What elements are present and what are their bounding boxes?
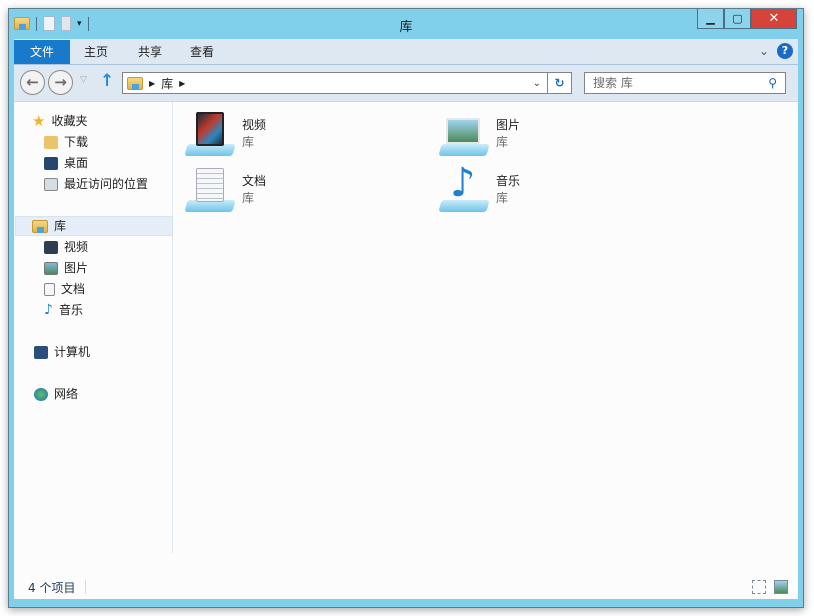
tab-file[interactable]: 文件 bbox=[14, 40, 70, 64]
details-view-icon[interactable] bbox=[752, 580, 766, 594]
tab-share[interactable]: 共享 bbox=[124, 40, 176, 64]
computer-icon bbox=[34, 345, 48, 359]
network-icon bbox=[34, 387, 48, 401]
navigation-bar: ← → ▽ ↑ ▶ 库 ▶ ⌄ ↻ 搜索 库 ⚲ bbox=[14, 65, 798, 101]
explorer-window: ▾ 库 ▁ ▢ ✕ 文件 主页 共享 查看 ⌄ ? ← → ▽ ↑ ▶ 库 ▶ … bbox=[8, 8, 804, 608]
sidebar-item-label: 库 bbox=[54, 219, 67, 233]
search-placeholder: 搜索 库 bbox=[593, 76, 633, 90]
expand-ribbon-icon[interactable]: ⌄ bbox=[759, 44, 769, 58]
search-icon: ⚲ bbox=[768, 76, 777, 90]
item-name: 视频 bbox=[242, 118, 267, 132]
sidebar-item-videos[interactable]: 视频 bbox=[44, 237, 88, 257]
content-area: ★ 收藏夹 下载 桌面 最近访问的位置 库 视频 图片 文档 ♪ 音乐 计算机 网络… bbox=[14, 101, 798, 575]
pictures-library-icon bbox=[438, 110, 490, 158]
sidebar-item-downloads[interactable]: 下载 bbox=[44, 132, 88, 152]
sidebar-item-label: 桌面 bbox=[64, 156, 89, 170]
sidebar-item-label: 最近访问的位置 bbox=[64, 177, 149, 191]
library-folder-icon bbox=[127, 76, 143, 90]
music-library-icon: ♪ bbox=[438, 160, 490, 214]
recent-locations-icon[interactable]: ▽ bbox=[80, 75, 87, 85]
minimize-button[interactable]: ▁ bbox=[697, 9, 724, 29]
library-item-pictures[interactable]: 图片库 bbox=[438, 110, 521, 158]
sidebar-item-label: 下载 bbox=[64, 135, 89, 149]
up-arrow-icon[interactable]: ↑ bbox=[100, 71, 114, 91]
recent-places-icon bbox=[44, 177, 58, 191]
navigation-pane: ★ 收藏夹 下载 桌面 最近访问的位置 库 视频 图片 文档 ♪ 音乐 计算机 网络 bbox=[14, 102, 173, 553]
sidebar-item-label: 文档 bbox=[61, 282, 86, 296]
desktop-icon bbox=[44, 156, 58, 170]
library-item-music[interactable]: ♪ 音乐库 bbox=[438, 160, 521, 214]
sidebar-item-label: 视频 bbox=[64, 240, 89, 254]
help-icon[interactable]: ? bbox=[777, 43, 793, 59]
chevron-right-icon[interactable]: ▶ bbox=[149, 79, 155, 88]
library-item-documents[interactable]: 文档库 bbox=[184, 166, 267, 214]
item-type: 库 bbox=[242, 191, 255, 205]
address-dropdown-icon[interactable]: ⌄ bbox=[533, 78, 541, 89]
item-name: 图片 bbox=[496, 118, 521, 132]
library-item-videos[interactable]: 视频库 bbox=[184, 110, 267, 158]
library-folder-icon bbox=[32, 219, 48, 233]
sidebar-item-label: 图片 bbox=[64, 261, 89, 275]
item-name: 文档 bbox=[242, 174, 267, 188]
sidebar-item-documents[interactable]: 文档 bbox=[44, 279, 85, 299]
sidebar-item-label: 网络 bbox=[54, 387, 79, 401]
forward-button[interactable]: → bbox=[48, 70, 73, 95]
sidebar-item-libraries[interactable]: 库 bbox=[15, 216, 173, 236]
videos-library-icon bbox=[184, 110, 236, 158]
star-icon: ★ bbox=[32, 112, 46, 130]
item-type: 库 bbox=[242, 135, 255, 149]
video-icon bbox=[44, 240, 58, 254]
ribbon-tabs: 文件 主页 共享 查看 ⌄ ? bbox=[14, 39, 798, 65]
large-icons-view-icon[interactable] bbox=[774, 580, 788, 594]
back-button[interactable]: ← bbox=[20, 70, 45, 95]
breadcrumb-library[interactable]: 库 bbox=[161, 75, 173, 92]
refresh-button[interactable]: ↻ bbox=[547, 72, 572, 94]
sidebar-item-favorites[interactable]: ★ 收藏夹 bbox=[32, 111, 87, 131]
item-count: 4 个项目 bbox=[28, 580, 76, 595]
title-bar: ▾ 库 ▁ ▢ ✕ bbox=[9, 9, 803, 39]
tab-home[interactable]: 主页 bbox=[70, 40, 122, 64]
sidebar-item-label: 计算机 bbox=[54, 345, 91, 359]
sidebar-item-network[interactable]: 网络 bbox=[34, 384, 78, 404]
sidebar-item-pictures[interactable]: 图片 bbox=[44, 258, 88, 278]
music-note-icon: ♪ bbox=[44, 302, 53, 318]
sidebar-item-desktop[interactable]: 桌面 bbox=[44, 153, 88, 173]
downloads-icon bbox=[44, 135, 58, 149]
documents-library-icon bbox=[184, 166, 236, 214]
item-type: 库 bbox=[496, 191, 509, 205]
item-type: 库 bbox=[496, 135, 509, 149]
sidebar-item-label: 收藏夹 bbox=[51, 114, 88, 128]
documents-icon bbox=[44, 282, 55, 296]
address-bar[interactable]: ▶ 库 ▶ ⌄ bbox=[122, 72, 548, 94]
chevron-right-icon[interactable]: ▶ bbox=[179, 79, 185, 88]
tab-view[interactable]: 查看 bbox=[176, 40, 228, 64]
sidebar-item-label: 音乐 bbox=[58, 303, 83, 317]
sidebar-item-recent[interactable]: 最近访问的位置 bbox=[44, 174, 148, 194]
pictures-icon bbox=[44, 261, 58, 275]
maximize-button[interactable]: ▢ bbox=[724, 9, 751, 29]
status-bar: 4 个项目 bbox=[14, 575, 798, 599]
sidebar-item-computer[interactable]: 计算机 bbox=[34, 342, 90, 362]
close-button[interactable]: ✕ bbox=[751, 9, 797, 29]
item-name: 音乐 bbox=[496, 174, 521, 188]
search-input[interactable]: 搜索 库 ⚲ bbox=[584, 72, 786, 94]
window-title: 库 bbox=[399, 20, 413, 35]
divider bbox=[85, 580, 87, 594]
sidebar-item-music[interactable]: ♪ 音乐 bbox=[44, 300, 83, 320]
